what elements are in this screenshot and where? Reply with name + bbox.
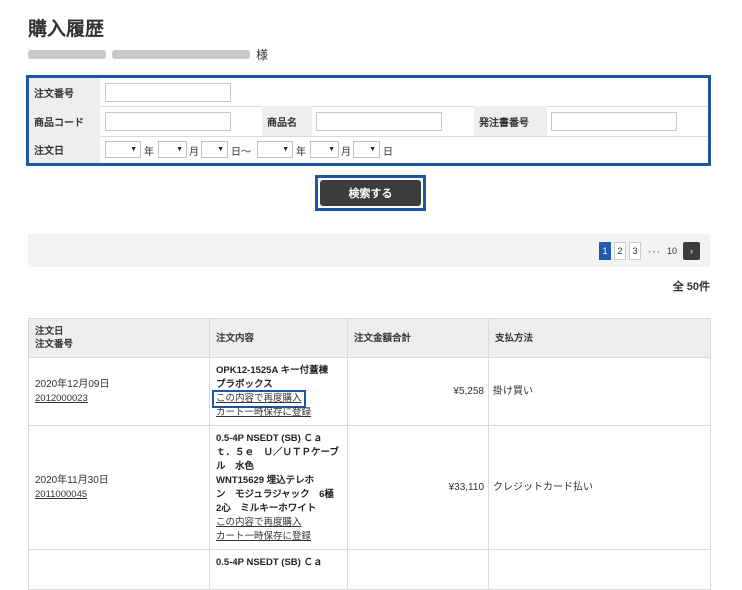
to-year-select[interactable]: ▼ — [257, 141, 293, 158]
total-count: 全 50件 — [672, 281, 710, 293]
product-name-label: 商品名 — [262, 106, 312, 136]
table-row: 2020年11月30日 2011000045 0.5-4P NSEDT (SB)… — [28, 425, 711, 550]
range-separator: 日～ — [231, 147, 251, 158]
header-amount: 注文金額合計 — [347, 318, 489, 358]
search-row-order-number: 注文番号 — [29, 78, 708, 107]
year-unit: 年 — [296, 147, 306, 158]
pagination-ellipsis: ･･･ — [647, 246, 661, 257]
page-title: 購入履歴 — [28, 19, 105, 40]
order-date-cell: 2020年12月09日 2012000023 — [28, 357, 210, 426]
payment-method: クレジットカード払い — [488, 425, 711, 550]
product-line: WNT15629 埋込テレホ — [216, 474, 315, 486]
order-date: 2020年11月30日 — [35, 474, 109, 486]
po-number-input[interactable] — [551, 112, 677, 131]
table-row: 2020年12月09日 2012000023 OPK12-1525A キー付蓋棟… — [28, 357, 711, 426]
year-unit: 年 — [144, 147, 154, 158]
search-form: 注文番号 商品コード 商品名 発注書番号 注文日 ▼ 年 ▼ 月 ▼ 日～ ▼ … — [26, 75, 711, 166]
search-button[interactable]: 検索する — [320, 180, 421, 206]
next-page-button[interactable]: › — [683, 242, 700, 260]
order-history-table: 注文日 注文番号 注文内容 注文金額合計 支払方法 2020年12月09日 20… — [28, 318, 711, 590]
to-month-select[interactable]: ▼ — [310, 141, 339, 158]
reorder-link[interactable]: この内容で再度購入 — [216, 516, 341, 530]
month-unit: 月 — [341, 147, 351, 158]
product-line: ン モジュラジャック 6極 — [216, 488, 334, 500]
product-line: ｔ．５ｅ Ｕ／ＵＴＰケーブ — [216, 446, 339, 458]
redacted-name-1 — [28, 50, 106, 59]
po-number-label: 発注書番号 — [474, 106, 547, 136]
order-amount — [347, 549, 489, 590]
product-line: 2心 ミルキーホワイト — [216, 502, 317, 514]
product-name-input[interactable] — [316, 112, 442, 131]
product-line: ル 水色 — [216, 460, 255, 472]
order-amount: ¥33,110 — [347, 425, 489, 550]
redacted-name-2 — [112, 50, 250, 59]
order-contents-cell: 0.5-4P NSEDT (SB) Ｃａ — [209, 549, 348, 590]
page-10-button[interactable]: 10 — [665, 242, 679, 260]
day-unit: 日 — [383, 147, 393, 158]
page-1-button[interactable]: 1 — [599, 242, 611, 260]
product-code-input[interactable] — [105, 112, 231, 131]
header-order-number: 注文番号 — [35, 339, 74, 350]
header-contents: 注文内容 — [209, 318, 348, 358]
customer-honorific: 様 — [256, 48, 269, 62]
product-line: OPK12-1525A キー付蓋棟 — [216, 364, 329, 376]
order-date-cell: 2020年11月30日 2011000045 — [28, 425, 210, 550]
payment-method — [488, 549, 711, 590]
page-2-button[interactable]: 2 — [614, 242, 626, 260]
search-button-highlight: 検索する — [315, 175, 426, 211]
month-unit: 月 — [189, 147, 199, 158]
from-month-select[interactable]: ▼ — [158, 141, 187, 158]
reorder-link[interactable]: この内容で再度購入 — [212, 389, 306, 408]
save-to-cart-link[interactable]: カート一時保存に登録 — [216, 530, 341, 544]
product-line: 0.5-4P NSEDT (SB) Ｃａ — [216, 557, 323, 568]
page-3-button[interactable]: 3 — [629, 242, 641, 260]
product-line: プラボックス — [216, 378, 273, 390]
order-number-link[interactable]: 2011000045 — [35, 488, 203, 502]
search-row-product: 商品コード 商品名 発注書番号 — [29, 106, 708, 137]
table-row: 0.5-4P NSEDT (SB) Ｃａ — [28, 549, 711, 590]
order-contents-cell: OPK12-1525A キー付蓋棟 プラボックス この内容で再度購入 カート一時… — [209, 357, 348, 426]
customer-name: 様 — [28, 46, 268, 63]
payment-method: 掛け買い — [488, 357, 711, 426]
order-date-label: 注文日 — [29, 136, 100, 163]
order-number-label: 注文番号 — [29, 78, 100, 106]
order-number-input[interactable] — [105, 83, 231, 102]
from-year-select[interactable]: ▼ — [105, 141, 141, 158]
header-date: 注文日 — [35, 326, 64, 337]
order-number-link[interactable]: 2012000023 — [35, 392, 203, 406]
order-date-cell — [28, 549, 210, 590]
order-amount: ¥5,258 — [347, 357, 489, 426]
order-date: 2020年12月09日 — [35, 378, 110, 390]
search-row-order-date: 注文日 ▼ 年 ▼ 月 ▼ 日～ ▼ 年 ▼ 月 ▼ 日 — [29, 136, 708, 163]
header-date-number: 注文日 注文番号 — [28, 318, 210, 358]
product-code-label: 商品コード — [29, 106, 100, 136]
product-line: 0.5-4P NSEDT (SB) Ｃａ — [216, 432, 323, 444]
from-day-select[interactable]: ▼ — [201, 141, 228, 158]
table-header-row: 注文日 注文番号 注文内容 注文金額合計 支払方法 — [28, 318, 711, 358]
to-day-select[interactable]: ▼ — [353, 141, 380, 158]
pagination-bar: 1 2 3 ･･･ 10 › — [28, 234, 710, 267]
save-to-cart-link[interactable]: カート一時保存に登録 — [216, 406, 341, 420]
header-payment: 支払方法 — [488, 318, 711, 358]
order-contents-cell: 0.5-4P NSEDT (SB) Ｃａ ｔ．５ｅ Ｕ／ＵＴＰケーブ ル 水色 … — [209, 425, 348, 550]
